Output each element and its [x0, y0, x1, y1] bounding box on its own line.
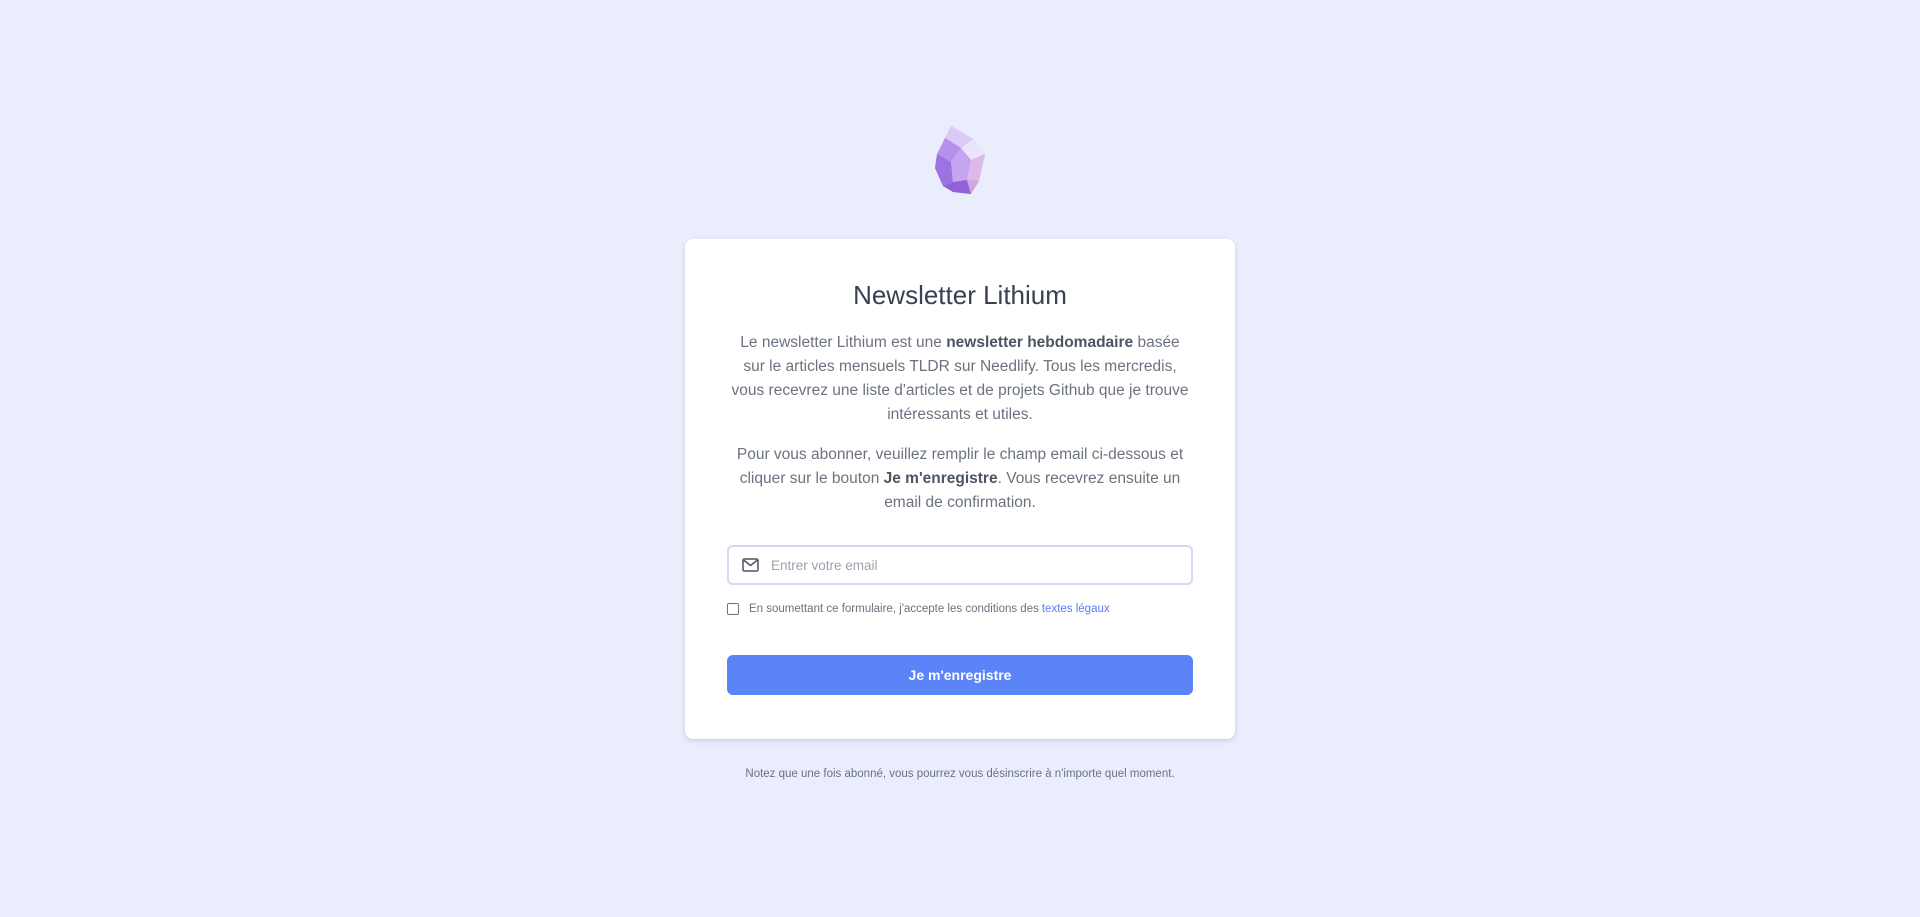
consent-label: En soumettant ce formulaire, j'accepte l… — [749, 603, 1039, 615]
email-field[interactable] — [727, 545, 1193, 585]
unsubscribe-note: Notez que une fois abonné, vous pourrez … — [745, 768, 1175, 780]
page-title: Newsletter Lithium — [853, 280, 1067, 310]
consent-checkbox[interactable] — [727, 603, 739, 615]
subscribe-button[interactable]: Je m'enregistre — [727, 655, 1193, 695]
newsletter-description: Le newsletter Lithium est une newsletter… — [731, 334, 1189, 423]
lithium-crystal-icon — [935, 126, 985, 194]
consent-row: En soumettant ce formulaire, j'accepte l… — [727, 601, 1110, 617]
email-input[interactable] — [771, 547, 1181, 583]
mail-icon — [742, 558, 759, 572]
newsletter-card: Newsletter Lithium Le newsletter Lithium… — [685, 239, 1235, 739]
subscribe-instructions: Pour vous abonner, veuillez remplir le c… — [736, 446, 1184, 511]
legal-texts-link[interactable]: textes légaux — [1042, 603, 1110, 615]
